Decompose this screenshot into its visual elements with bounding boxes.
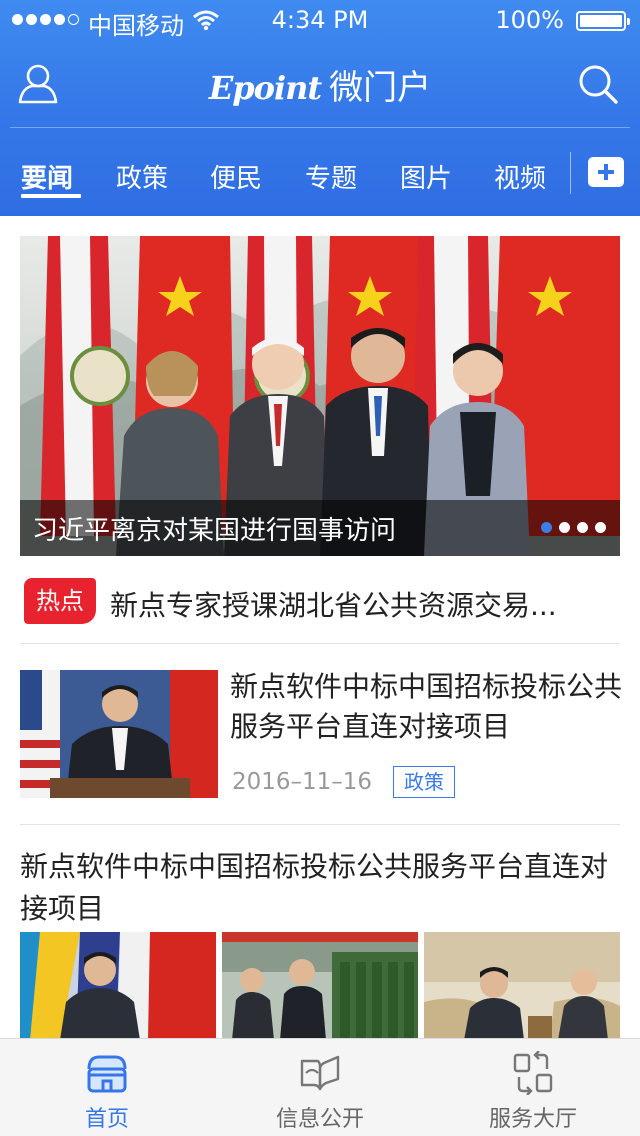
gallery-image <box>424 932 620 1040</box>
tabbar-service-hall[interactable]: 服务大厅 <box>426 1039 640 1136</box>
carousel-dots <box>541 522 606 533</box>
hot-badge: 热点 <box>24 578 96 624</box>
bottom-tab-bar: 首页 信息公开 服务大厅 <box>0 1038 640 1136</box>
tab-headlines[interactable]: 要闻 <box>21 158 73 195</box>
gallery-news-title[interactable]: 新点软件中标中国招标投标公共服务平台直连对接项目 <box>20 846 624 930</box>
tabbar-service-hall-label: 服务大厅 <box>488 1107 577 1132</box>
navbar: Epoint 微门户 <box>0 40 640 128</box>
service-hall-icon <box>513 1051 553 1095</box>
banner-carousel[interactable]: 习近平离京对某国进行国事访问 <box>20 236 620 556</box>
banner-caption: 习近平离京对某国进行国事访问 <box>20 500 620 556</box>
gallery-image <box>20 932 216 1040</box>
epoint-logo: Epoint <box>208 69 322 107</box>
gallery-thumbnails[interactable] <box>20 932 620 1040</box>
add-tab-icon[interactable] <box>588 157 624 187</box>
battery-icon <box>576 11 630 31</box>
tab-convenience[interactable]: 便民 <box>210 158 262 195</box>
news-date: 2016–11–16 <box>232 769 373 795</box>
category-tabs: 要闻 政策 便民 专题 图片 视频 <box>0 128 640 216</box>
hot-news-text: 新点专家授课湖北省公共资源交易... <box>110 589 557 622</box>
tab-policy[interactable]: 政策 <box>116 158 168 195</box>
tabbar-home-label: 首页 <box>84 1107 129 1132</box>
carousel-dot[interactable] <box>541 522 552 533</box>
tabbar-info-public[interactable]: 信息公开 <box>213 1039 427 1136</box>
banner-caption-text: 习近平离京对某国进行国事访问 <box>32 516 397 546</box>
tabs-separator <box>570 152 571 194</box>
gallery-image <box>222 932 418 1040</box>
active-tab-indicator <box>21 194 81 198</box>
tab-topics[interactable]: 专题 <box>305 158 357 195</box>
tabbar-info-public-label: 信息公开 <box>275 1107 364 1132</box>
app-screen: 中国移动 4:34 PM 100% Epoint 微门户 要闻 政策 便民 专题… <box>0 0 640 1136</box>
hot-news-row[interactable]: 热点 新点专家授课湖北省公共资源交易... <box>20 566 620 644</box>
tabbar-home[interactable]: 首页 <box>0 1039 214 1136</box>
tab-pictures[interactable]: 图片 <box>400 158 452 195</box>
search-icon[interactable] <box>576 62 620 106</box>
news-category-tag: 政策 <box>393 766 455 798</box>
brand: Epoint 微门户 <box>0 60 640 109</box>
app-name: 微门户 <box>329 68 432 108</box>
carousel-dot[interactable] <box>595 522 606 533</box>
header: 中国移动 4:34 PM 100% Epoint 微门户 要闻 政策 便民 专题… <box>0 0 640 216</box>
news-thumbnail <box>20 670 218 798</box>
tab-videos[interactable]: 视频 <box>494 158 546 195</box>
open-book-icon <box>300 1055 340 1091</box>
news-list-item[interactable]: 新点软件中标中国招标投标公共服务平台直连对接项目 2016–11–16 政策 <box>20 645 623 825</box>
carousel-dot[interactable] <box>559 522 570 533</box>
home-icon <box>87 1055 127 1093</box>
carousel-dot[interactable] <box>577 522 588 533</box>
news-title: 新点软件中标中国招标投标公共服务平台直连对接项目 <box>230 670 623 743</box>
status-bar: 中国移动 4:34 PM 100% <box>0 0 640 40</box>
battery-percent: 100% <box>495 6 564 34</box>
